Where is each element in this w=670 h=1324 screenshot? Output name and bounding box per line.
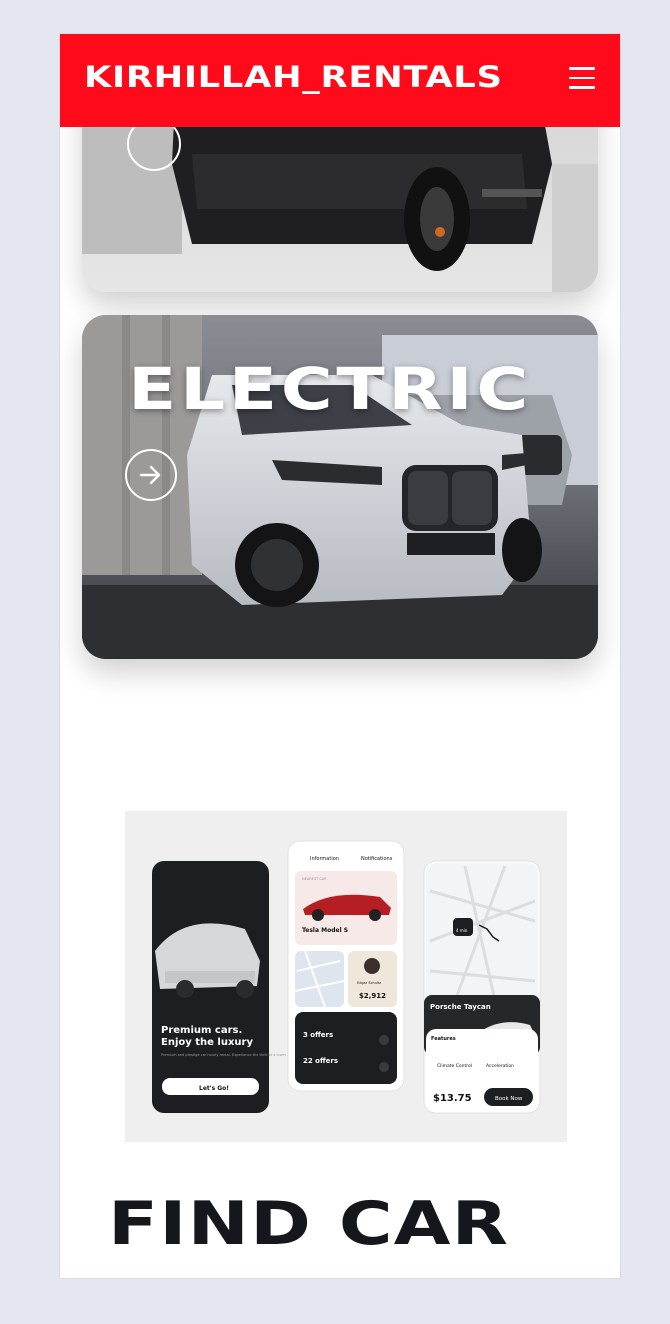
- open-category-button[interactable]: [125, 449, 177, 501]
- phone2-driver: Edgar Schultz: [357, 981, 381, 985]
- phone2-tab2: Notifications: [361, 856, 393, 862]
- phone2-car-label: NEAREST CAR: [302, 877, 327, 881]
- section-heading: FIND CAR: [108, 1189, 510, 1259]
- brand-logo[interactable]: KIRHILLAH_RENTALS: [84, 60, 503, 94]
- phone1-body: Premium and prestige car hourly rental. …: [161, 1053, 297, 1057]
- header: KIRHILLAH_RENTALS: [60, 34, 620, 127]
- phone-1: Premium cars. Enjoy the luxury Premium a…: [152, 861, 297, 1113]
- phone1-cta: Let's Go!: [199, 1085, 229, 1092]
- phone-2: Information Notifications NEAREST CAR Te…: [287, 840, 405, 1092]
- phone2-price: $2,912: [359, 992, 386, 1000]
- phone2-tab1: Information: [310, 856, 339, 862]
- phone3-car-name: Porsche Taycan: [430, 1003, 491, 1011]
- phone3-pin: 4 min: [456, 928, 468, 933]
- phone3-price: $13.75: [433, 1093, 472, 1104]
- phone3-feature2: Acceleration: [486, 1063, 514, 1069]
- page: ELECTRIC Premium cars. Enjoy the luxury …: [60, 34, 620, 1278]
- phone2-offers1: 3 offers: [303, 1031, 333, 1039]
- phone3-features: Features: [431, 1036, 456, 1042]
- phone-3: 4 min Porsche Taycan Features Climate Co…: [423, 860, 541, 1114]
- phone1-headline1: Premium cars.: [161, 1025, 242, 1036]
- arrow-right-icon: [139, 465, 161, 485]
- phone2-offers2: 22 offers: [303, 1057, 338, 1065]
- phone1-headline2: Enjoy the luxury: [161, 1037, 253, 1048]
- phone3-book: Book Now: [495, 1096, 523, 1102]
- hamburger-menu-icon[interactable]: [569, 67, 595, 89]
- card-title: ELECTRIC: [128, 355, 532, 423]
- category-card-electric[interactable]: ELECTRIC: [82, 315, 598, 659]
- phone3-feature1: Climate Control: [437, 1063, 472, 1069]
- app-promo-image: Premium cars. Enjoy the luxury Premium a…: [125, 811, 567, 1142]
- phone2-car-name: Tesla Model S: [302, 927, 348, 934]
